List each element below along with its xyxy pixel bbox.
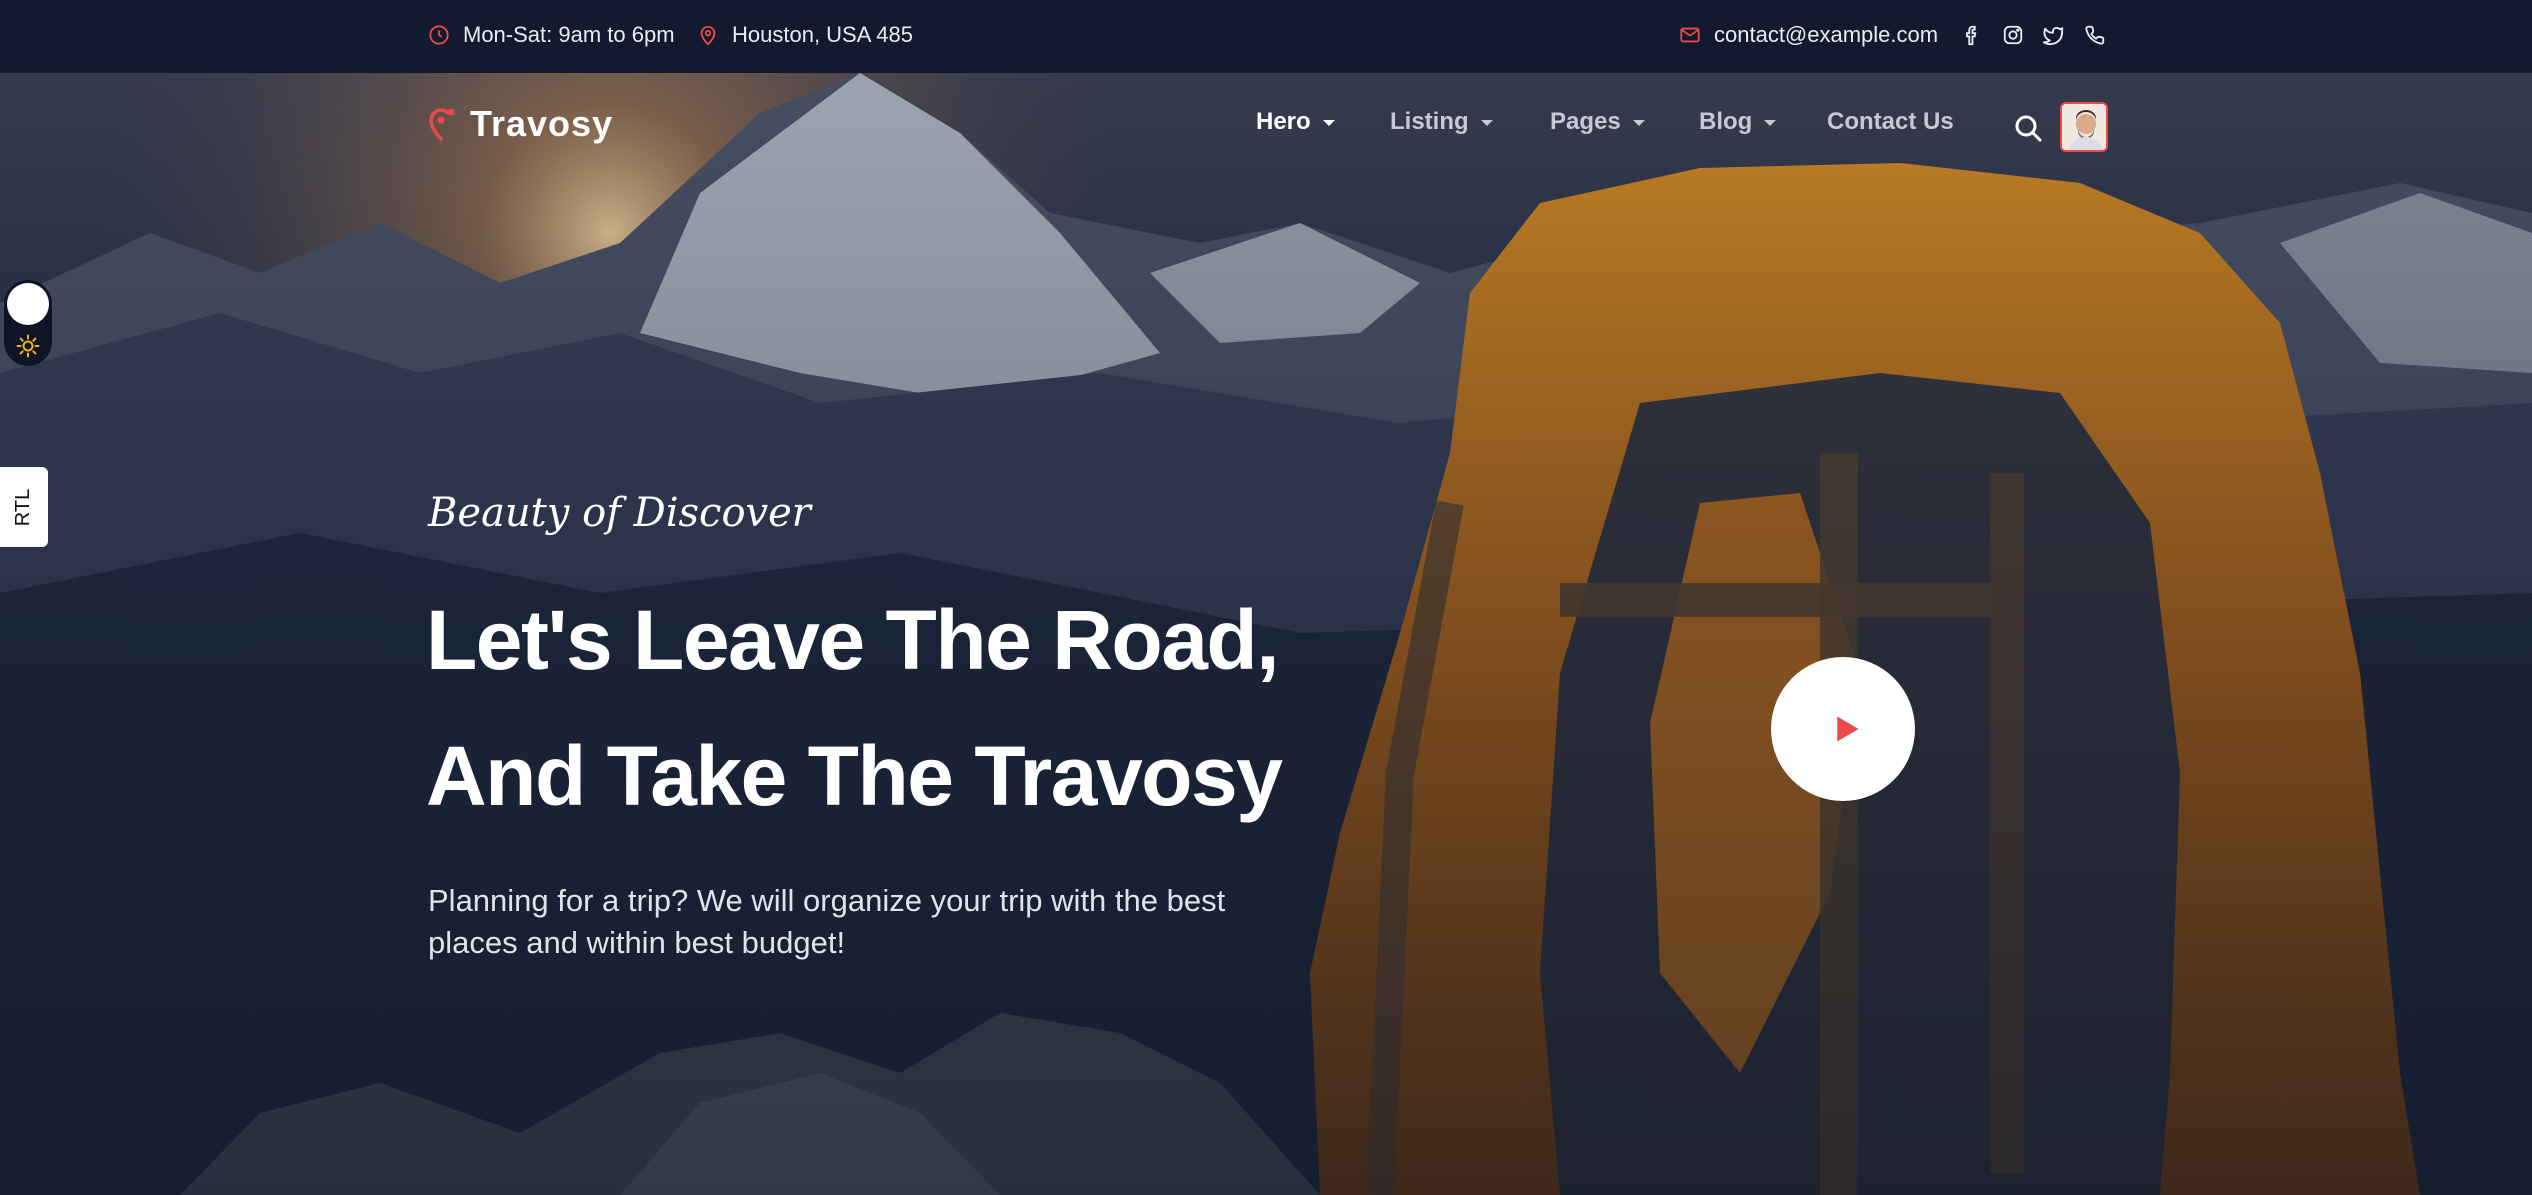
chevron-down-icon [1322, 120, 1335, 126]
chevron-down-icon [1764, 120, 1777, 126]
instagram-icon[interactable] [2002, 24, 2024, 46]
search-icon[interactable] [2013, 113, 2043, 143]
mail-icon [1679, 24, 1701, 46]
nav-item-hero[interactable]: Hero [1256, 108, 1335, 136]
business-hours: Mon-Sat: 9am to 6pm [428, 0, 675, 70]
nav-item-hero-label: Hero [1256, 108, 1311, 135]
nav-item-contact-us-label: Contact Us [1827, 108, 1954, 135]
rtl-toggle-label: RTL [12, 488, 35, 526]
twitter-icon[interactable] [2042, 24, 2064, 46]
hero-description: Planning for a trip? We will organize yo… [428, 883, 1226, 960]
theme-toggle[interactable] [4, 280, 52, 366]
nav-item-contact-us[interactable]: Contact Us [1827, 108, 1954, 136]
nav-item-pages-label: Pages [1550, 108, 1621, 135]
play-icon [1837, 716, 1859, 742]
avatar-image [2062, 104, 2106, 150]
rtl-toggle-button[interactable]: RTL [0, 467, 48, 547]
nav-item-pages[interactable]: Pages [1550, 108, 1645, 136]
email-link[interactable]: contact@example.com [1679, 0, 1938, 70]
nav-item-listing-label: Listing [1390, 108, 1469, 135]
chevron-down-icon [1480, 120, 1493, 126]
location: Houston, USA 485 [697, 0, 913, 70]
user-avatar[interactable] [2060, 102, 2108, 152]
hero-headline-line-1: Let's Leave The Road, [426, 593, 1280, 687]
nav-item-blog[interactable]: Blog [1699, 108, 1777, 136]
theme-toggle-knob [7, 283, 49, 325]
play-video-button[interactable] [1771, 657, 1915, 801]
brand-logo[interactable]: Travosy [428, 103, 613, 145]
clock-icon [428, 24, 450, 46]
hero-eyebrow: Beauty of Discover [428, 490, 811, 536]
chevron-down-icon [1632, 120, 1645, 126]
hero-headline-line-2: And Take The Travosy [426, 729, 1283, 823]
business-hours-text: Mon-Sat: 9am to 6pm [463, 22, 675, 47]
nav-item-listing[interactable]: Listing [1390, 108, 1493, 136]
location-text: Houston, USA 485 [732, 22, 914, 47]
logo-icon [429, 108, 455, 141]
brand-name: Travosy [470, 103, 614, 144]
sun-icon [16, 334, 40, 358]
facebook-icon[interactable] [1961, 24, 1983, 46]
top-info-bar: Mon-Sat: 9am to 6pm Houston, USA 485 con… [0, 0, 2532, 73]
nav-item-blog-label: Blog [1699, 108, 1753, 135]
email-text: contact@example.com [1714, 22, 1939, 47]
map-pin-icon [697, 24, 719, 46]
phone-icon[interactable] [2084, 24, 2106, 46]
